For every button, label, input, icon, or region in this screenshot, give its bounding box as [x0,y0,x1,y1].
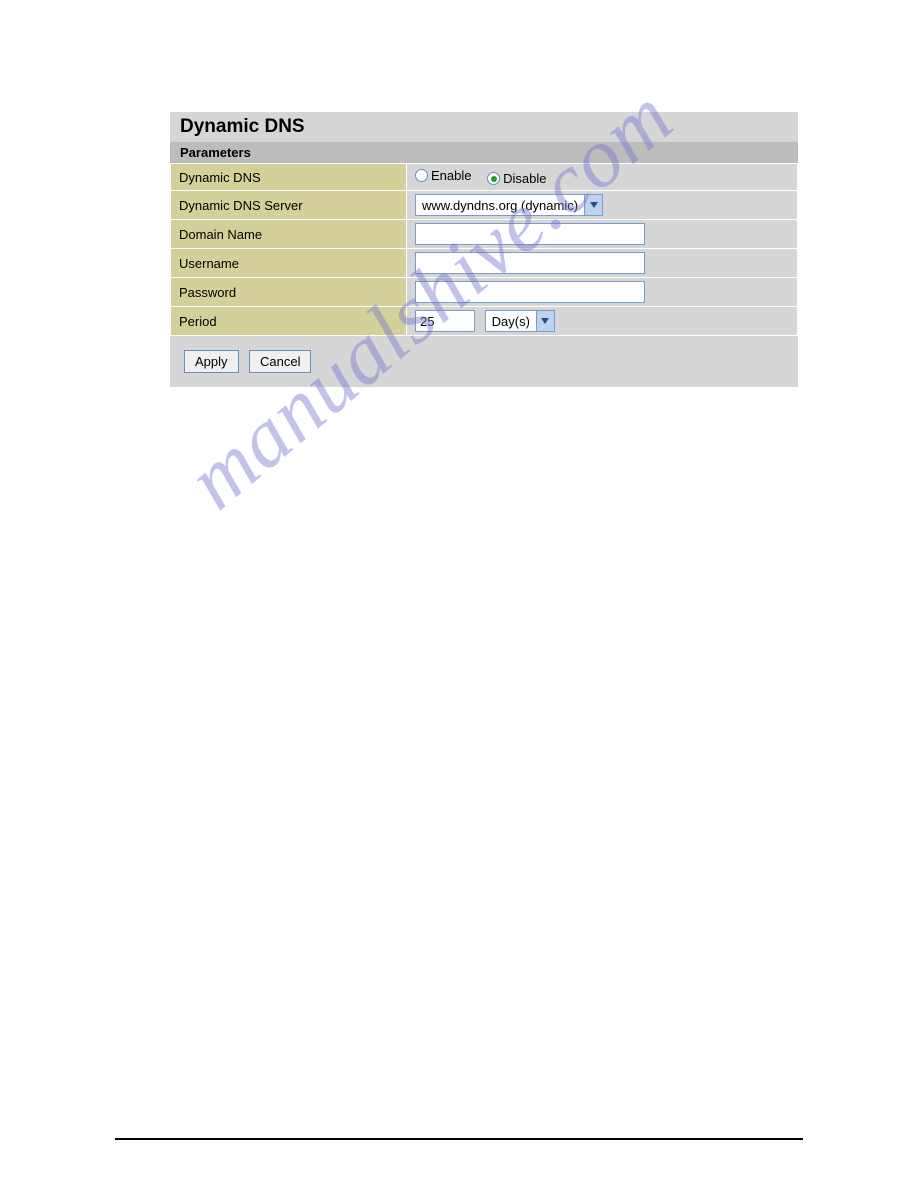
footer-divider [115,1138,803,1140]
cancel-button[interactable]: Cancel [249,350,311,373]
page-title: Dynamic DNS [170,112,798,142]
chevron-down-icon [584,195,602,215]
radio-icon-disable [487,172,500,185]
value-server: www.dyndns.org (dynamic) [407,191,797,219]
value-period: Day(s) [407,307,797,335]
radio-label-enable: Enable [431,168,471,183]
row-dynamic-dns: Dynamic DNS Enable Disable [171,164,797,190]
label-server: Dynamic DNS Server [171,191,406,219]
radio-enable[interactable]: Enable [415,168,471,183]
row-server: Dynamic DNS Server www.dyndns.org (dynam… [171,191,797,219]
domain-input[interactable] [415,223,645,245]
username-input[interactable] [415,252,645,274]
radio-label-disable: Disable [503,171,546,186]
button-row: Apply Cancel [170,336,798,387]
row-password: Password [171,278,797,306]
radio-icon-enable [415,169,428,182]
value-dynamic-dns: Enable Disable [407,164,797,190]
server-select-text: www.dyndns.org (dynamic) [416,198,584,213]
period-input[interactable] [415,310,475,332]
row-domain: Domain Name [171,220,797,248]
label-period: Period [171,307,406,335]
radio-disable[interactable]: Disable [487,171,546,186]
parameters-subhead: Parameters [170,142,798,163]
value-domain [407,220,797,248]
label-username: Username [171,249,406,277]
value-password [407,278,797,306]
label-dynamic-dns: Dynamic DNS [171,164,406,190]
label-domain: Domain Name [171,220,406,248]
period-unit-text: Day(s) [486,314,536,329]
period-unit-select[interactable]: Day(s) [485,310,555,332]
chevron-down-icon [536,311,554,331]
label-password: Password [171,278,406,306]
apply-button[interactable]: Apply [184,350,239,373]
password-input[interactable] [415,281,645,303]
row-username: Username [171,249,797,277]
row-period: Period Day(s) [171,307,797,335]
value-username [407,249,797,277]
parameters-table: Dynamic DNS Enable Disable Dynamic DNS S… [170,163,798,336]
server-select[interactable]: www.dyndns.org (dynamic) [415,194,603,216]
dynamic-dns-panel: Dynamic DNS Parameters Dynamic DNS Enabl… [170,112,798,387]
